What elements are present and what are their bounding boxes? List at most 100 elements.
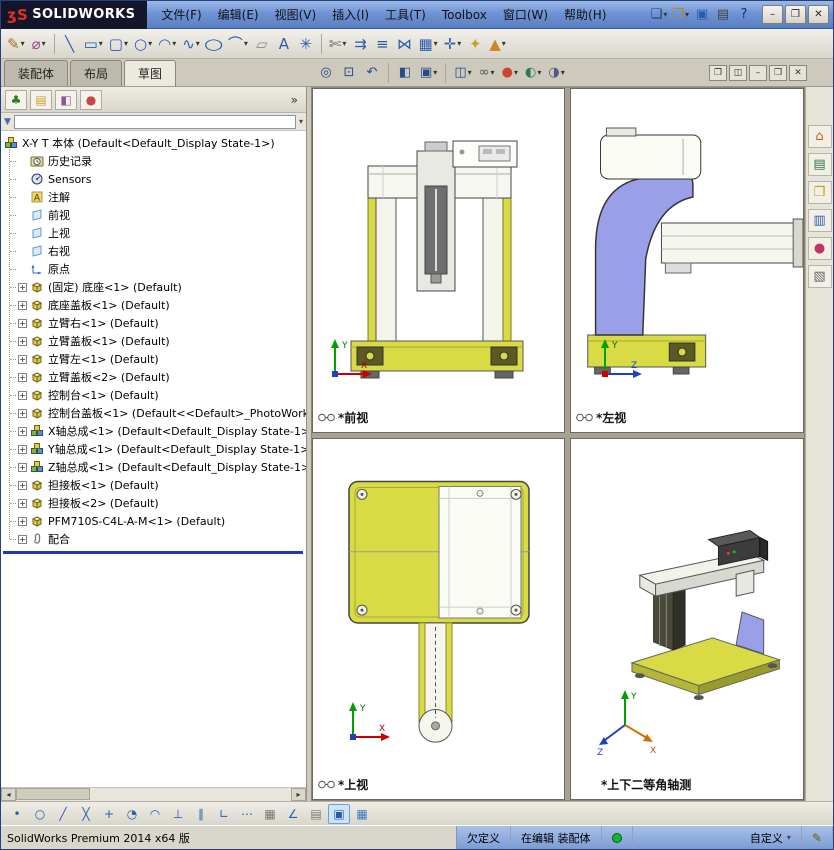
configurationmanager-tab-button[interactable]: ◧: [55, 89, 77, 110]
spline-button[interactable]: ∿ ▾: [179, 32, 203, 56]
view-settings-button[interactable]: ◑ ▾: [545, 61, 567, 85]
tree-item[interactable]: + Y轴总成<1> (Default<Default_Display State-…: [1, 440, 306, 458]
zoom-to-fit-button[interactable]: ◎: [315, 61, 337, 85]
snap-tangent-button[interactable]: ◠: [144, 804, 166, 824]
line-button[interactable]: ╲: [59, 32, 81, 56]
expander-icon[interactable]: +: [18, 336, 27, 346]
tree-item[interactable]: + (固定) 底座<1> (Default): [1, 278, 306, 296]
tree-item[interactable]: + 立臂右<1> (Default): [1, 314, 306, 332]
scrollbar-track[interactable]: [16, 788, 291, 801]
apply-scene-dropdown[interactable]: ▾: [537, 68, 541, 77]
expander-icon[interactable]: +: [18, 354, 27, 364]
snap-quadrant-button[interactable]: ◔: [121, 804, 143, 824]
new-document-button[interactable]: ❏ ▾: [649, 5, 670, 25]
trim-entities-dropdown[interactable]: ▾: [342, 39, 346, 48]
tree-item[interactable]: + 控制台<1> (Default): [1, 386, 306, 404]
close-child-window-button[interactable]: ✕: [789, 64, 807, 81]
snap-perpendicular-button[interactable]: ⊥: [167, 804, 189, 824]
reference-plane-button[interactable]: ▱: [251, 32, 273, 56]
tree-item[interactable]: Sensors: [1, 170, 306, 188]
edit-appearance-button[interactable]: ● ▾: [499, 61, 521, 85]
snap-intersection-button[interactable]: ╳: [75, 804, 97, 824]
move-entities-button[interactable]: ✛ ▾: [441, 32, 465, 56]
tree-item[interactable]: 原点: [1, 260, 306, 278]
mirror-entities-button[interactable]: ⋈: [393, 32, 415, 56]
open-document-button[interactable]: ❒ ▾: [670, 5, 691, 25]
sketch-table-button[interactable]: ▦: [351, 804, 373, 824]
rapid-sketch-button[interactable]: ✦: [464, 32, 486, 56]
maximize-window-button[interactable]: ❒: [785, 5, 806, 24]
tree-item[interactable]: + X轴总成<1> (Default<Default_Display State-…: [1, 422, 306, 440]
file-explorer-button[interactable]: ❒: [807, 181, 832, 204]
save-document-button[interactable]: ▣: [692, 5, 712, 25]
menu-item-7[interactable]: 窗口(W): [495, 2, 556, 27]
tab-layout[interactable]: 布局: [70, 60, 123, 86]
move-entities-dropdown[interactable]: ▾: [457, 39, 461, 48]
centerpoint-arc-dropdown[interactable]: ▾: [172, 39, 176, 48]
expander-icon[interactable]: +: [18, 408, 27, 418]
snap-length-button[interactable]: ⋯: [236, 804, 258, 824]
section-view-button[interactable]: ◧: [394, 61, 416, 85]
minimize-child-window-button[interactable]: –: [749, 64, 767, 81]
scroll-right-button[interactable]: ▸: [291, 788, 306, 801]
corner-rectangle-button[interactable]: ▭ ▾: [81, 32, 106, 56]
tree-item[interactable]: + 配合: [1, 530, 306, 548]
open-document-dropdown[interactable]: ▾: [685, 10, 689, 19]
expander-icon[interactable]: +: [18, 390, 27, 400]
menu-item-2[interactable]: 编辑(E): [210, 2, 267, 27]
filter-dropdown[interactable]: ▾: [299, 117, 303, 126]
point-button[interactable]: ✳: [295, 32, 317, 56]
panel-overflow-chevron[interactable]: »: [287, 93, 302, 107]
snap-points-button[interactable]: •: [6, 804, 28, 824]
menu-item-3[interactable]: 视图(V): [267, 2, 325, 27]
custom-properties-button[interactable]: ▧: [807, 265, 832, 288]
display-style-dropdown[interactable]: ▾: [468, 68, 472, 77]
tab-assembly[interactable]: 装配体: [4, 60, 69, 86]
circle-dropdown[interactable]: ▾: [148, 39, 152, 48]
tree-horizontal-scrollbar[interactable]: ◂ ▸: [1, 787, 306, 801]
expander-icon[interactable]: +: [18, 426, 27, 436]
snap-line-button[interactable]: ╱: [52, 804, 74, 824]
tree-item[interactable]: 右视: [1, 242, 306, 260]
straight-slot-button[interactable]: ▢ ▾: [106, 32, 131, 56]
tree-item[interactable]: 上视: [1, 224, 306, 242]
restore-child-window-button[interactable]: ❐: [709, 64, 727, 81]
close-window-button[interactable]: ✕: [808, 5, 829, 24]
snap-center-points-button[interactable]: ○: [29, 804, 51, 824]
trim-entities-button[interactable]: ✄ ▾: [326, 32, 350, 56]
circle-button[interactable]: ○ ▾: [131, 32, 155, 56]
hide-show-items-dropdown[interactable]: ▾: [491, 68, 495, 77]
status-custom-dropdown[interactable]: 自定义 ▾: [740, 826, 802, 849]
sketch-fillet-dropdown[interactable]: ▾: [244, 39, 248, 48]
appearances-scenes-button[interactable]: ●: [807, 237, 832, 260]
tree-item[interactable]: A 注解: [1, 188, 306, 206]
viewport-front-view[interactable]: Y X *前视: [312, 88, 565, 433]
expander-icon[interactable]: +: [18, 444, 27, 454]
view-orientation-dropdown[interactable]: ▾: [433, 68, 437, 77]
linear-sketch-pattern-dropdown[interactable]: ▾: [434, 39, 438, 48]
grid-settings-button[interactable]: ▤: [305, 804, 327, 824]
snap-grid-button[interactable]: ▦: [259, 804, 281, 824]
snap-angle-button[interactable]: ∠: [282, 804, 304, 824]
expander-icon[interactable]: +: [18, 534, 27, 544]
previous-view-button[interactable]: ↶: [361, 61, 383, 85]
view-palette-button[interactable]: ▥: [807, 209, 832, 232]
expander-icon[interactable]: +: [18, 462, 27, 472]
tree-item[interactable]: + 立臂左<1> (Default): [1, 350, 306, 368]
tab-sketch[interactable]: 草图: [124, 60, 177, 86]
centerpoint-arc-button[interactable]: ◠ ▾: [155, 32, 179, 56]
convert-entities-button[interactable]: ⇉: [349, 32, 371, 56]
maximize-child-window-button[interactable]: ❒: [769, 64, 787, 81]
viewport-left-view[interactable]: Y Z *左视: [570, 88, 804, 433]
tree-item[interactable]: 历史记录: [1, 152, 306, 170]
ellipse-button[interactable]: ○: [203, 32, 225, 56]
snap-parallel-button[interactable]: ∥: [190, 804, 212, 824]
tree-item[interactable]: + 立臂盖板<2> (Default): [1, 368, 306, 386]
tree-item[interactable]: + 控制台盖板<1> (Default<<Default>_PhotoWorks: [1, 404, 306, 422]
expander-icon[interactable]: +: [18, 516, 27, 526]
expander-icon[interactable]: +: [18, 480, 27, 490]
expander-icon[interactable]: +: [18, 318, 27, 328]
scroll-left-button[interactable]: ◂: [1, 788, 16, 801]
sketch-fillet-button[interactable]: ⌒ ▾: [225, 32, 251, 56]
menu-item-5[interactable]: 工具(T): [377, 2, 434, 27]
